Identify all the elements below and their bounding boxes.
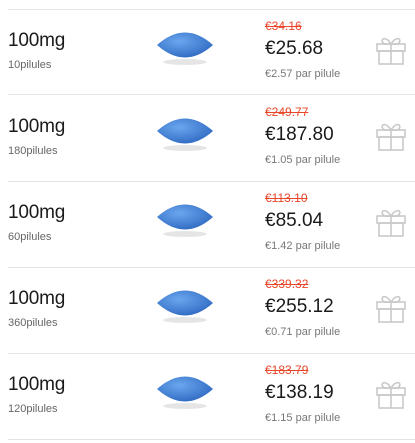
offer-row[interactable]: 100mg 10pilules €34.16 €25.68 €2.57 par … [8, 9, 415, 95]
blue-pill-icon [154, 198, 216, 238]
gift-icon[interactable] [374, 32, 408, 66]
blue-pill-icon [154, 112, 216, 152]
original-price: €249.77 [265, 105, 309, 119]
dosage-label: 100mg [8, 116, 66, 137]
discounted-price: €187.80 [265, 124, 334, 145]
original-price: €183.79 [265, 363, 309, 377]
blue-pill-icon [154, 370, 216, 410]
offer-row[interactable]: 100mg 360pilules €339.32 €255.12 €0.71 p… [8, 268, 415, 354]
gift-icon[interactable] [374, 118, 408, 152]
quantity-label: 120pilules [8, 403, 58, 415]
gift-icon[interactable] [374, 204, 408, 238]
original-price: €113.10 [265, 191, 308, 205]
offer-row[interactable]: 100mg 180pilules €249.77 €187.80 €1.05 p… [8, 96, 415, 182]
dosage-label: 100mg [8, 374, 66, 395]
price-per-pill: €1.42 par pilule [265, 240, 341, 252]
dosage-label: 100mg [8, 202, 66, 223]
price-per-pill: €1.05 par pilule [265, 154, 341, 166]
price-per-pill: €0.71 par pilule [265, 326, 341, 338]
offer-row[interactable]: 100mg 60pilules €113.10 €85.04 €1.42 par… [8, 182, 415, 268]
product-offer-list: 100mg 10pilules €34.16 €25.68 €2.57 par … [0, 0, 415, 443]
blue-pill-icon [154, 26, 216, 66]
dosage-label: 100mg [8, 288, 66, 309]
original-price: €339.32 [265, 277, 309, 291]
quantity-label: 10pilules [8, 59, 52, 71]
discounted-price: €255.12 [265, 296, 334, 317]
offer-row[interactable]: 100mg 120pilules €183.79 €138.19 €1.15 p… [8, 354, 415, 440]
quantity-label: 360pilules [8, 317, 58, 329]
gift-icon[interactable] [374, 376, 408, 410]
price-per-pill: €2.57 par pilule [265, 68, 341, 80]
quantity-label: 60pilules [8, 231, 52, 243]
original-price: €34.16 [265, 19, 302, 33]
quantity-label: 180pilules [8, 145, 58, 157]
gift-icon[interactable] [374, 290, 408, 324]
discounted-price: €138.19 [265, 382, 334, 403]
discounted-price: €25.68 [265, 38, 324, 59]
dosage-label: 100mg [8, 30, 66, 51]
blue-pill-icon [154, 284, 216, 324]
price-per-pill: €1.15 par pilule [265, 412, 341, 424]
discounted-price: €85.04 [265, 210, 324, 231]
